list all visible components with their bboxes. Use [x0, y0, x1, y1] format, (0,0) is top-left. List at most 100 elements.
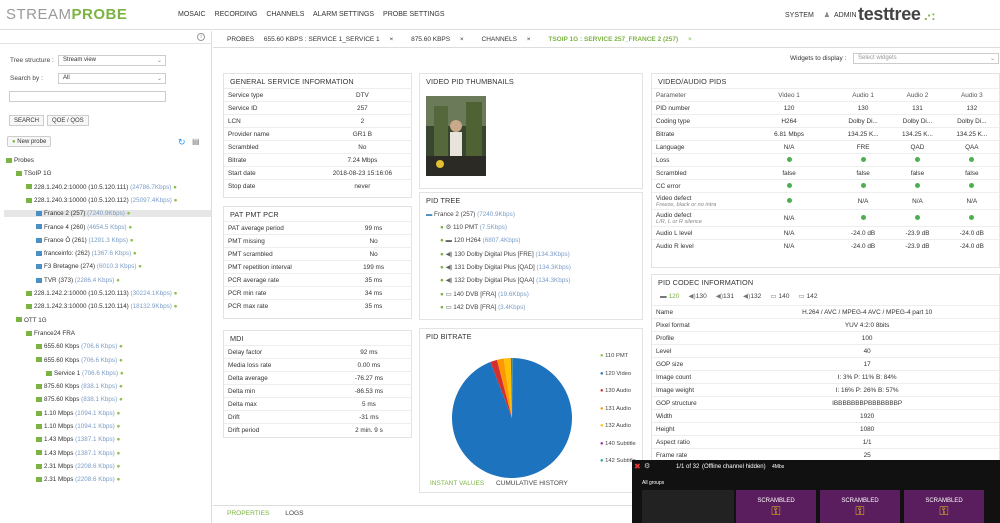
- close-icon[interactable]: ✖: [634, 462, 641, 471]
- pid-tree-root[interactable]: ▬ France 2 (257) (7240.9Kbps): [426, 211, 515, 218]
- widgets-select[interactable]: Select widgets ⌄: [853, 53, 999, 64]
- folder-icon: [6, 157, 12, 163]
- tab-probes[interactable]: PROBES: [227, 36, 254, 43]
- legend-item[interactable]: ● 132 Audio: [600, 423, 636, 441]
- tree-node[interactable]: 875.60 Kbps (838.1 Kbps) ●: [36, 396, 123, 403]
- mosaic-tile-1[interactable]: SCRAMBLED ⚿: [736, 490, 816, 523]
- tree-node[interactable]: TVR (373) (2286.4 Kbps) ●: [36, 277, 120, 284]
- app-logo[interactable]: STREAMPROBE: [6, 6, 127, 23]
- legend-item[interactable]: ● 110 PMT: [600, 353, 636, 371]
- nav-probe-settings[interactable]: PROBE SETTINGS: [383, 11, 444, 18]
- refresh-icon[interactable]: ↻: [178, 137, 186, 148]
- codec-tab[interactable]: ▭ 140: [770, 293, 789, 300]
- tree-node[interactable]: 1.43 Mbps (1387.1 Kbps) ●: [36, 436, 120, 443]
- codec-tab[interactable]: ▬ 120: [660, 293, 679, 300]
- row-value: false: [835, 166, 891, 180]
- tree-node[interactable]: franceinfo: (262) (1367.6 Kbps) ●: [36, 250, 137, 257]
- nav-admin[interactable]: ADMIN: [834, 12, 857, 19]
- tree-node[interactable]: 1.10 Mbps (1094.1 Kbps) ●: [36, 423, 120, 430]
- close-icon[interactable]: ×: [389, 36, 393, 43]
- tab-properties[interactable]: PROPERTIES: [227, 510, 269, 517]
- tree-node[interactable]: 228.1.242.2:10000 (10.5.120.113) (30224.…: [26, 290, 177, 297]
- tab-label: 655.60 KBPS : SERVICE 1_SERVICE 1: [263, 36, 380, 43]
- tree-node[interactable]: France 4 (260) (4654.5 Kbps) ●: [36, 224, 132, 231]
- tree-structure-value: Stream view: [63, 57, 97, 63]
- legend-item[interactable]: ● 142 Subtitle: [600, 458, 636, 476]
- tree-node[interactable]: 1.10 Mbps (1094.1 Kbps) ●: [36, 410, 120, 417]
- legend-item[interactable]: ● 140 Subtitle: [600, 441, 636, 459]
- row-value: -23.9 dB: [890, 226, 945, 240]
- tree-node[interactable]: 2.31 Mbps (2208.6 Kbps) ●: [36, 463, 120, 470]
- video-thumbnail[interactable]: [426, 96, 486, 176]
- tree-node-bitrate: (1387.1 Kbps): [75, 436, 117, 444]
- tree-node[interactable]: 655.60 Kbps (706.6 Kbps) ●: [36, 343, 123, 350]
- tree-structure-select[interactable]: Stream view ⌄: [58, 55, 166, 66]
- tree-node[interactable]: France24 FRA: [26, 330, 75, 337]
- search-button[interactable]: SEARCH: [9, 115, 45, 126]
- tree-node[interactable]: 228.1.240.2:10000 (10.5.120.111) (24786.…: [26, 184, 177, 191]
- close-icon[interactable]: ×: [688, 36, 692, 43]
- mosaic-tile-3[interactable]: SCRAMBLED ⚿: [904, 490, 984, 523]
- row-value: N/A: [890, 192, 945, 210]
- tab-channels[interactable]: CHANNELS ×: [482, 36, 539, 43]
- table-row: Language N/A FRE QAD QAA: [652, 140, 999, 154]
- tree-node[interactable]: France 2 (257) (7240.9Kbps) ●: [4, 210, 211, 218]
- tab-service-1[interactable]: 655.60 KBPS : SERVICE 1_SERVICE 1 ×: [264, 36, 401, 43]
- tree-node[interactable]: 1.43 Mbps (1387.1 Kbps) ●: [36, 450, 120, 457]
- close-icon[interactable]: ×: [460, 36, 464, 43]
- qoe-qos-button[interactable]: QOE / QOS: [47, 115, 89, 126]
- info-icon[interactable]: i: [197, 33, 205, 41]
- tab-france2[interactable]: TSOIP 1G : SERVICE 257_FRANCE 2 (257) ×: [548, 36, 699, 43]
- status-ok-icon: [786, 197, 792, 203]
- pid-tree-item[interactable]: ● ▭ 140 DVB [FRA] (19.6Kbps): [440, 291, 529, 298]
- pid-tree-item[interactable]: ● ▬ 120 H264 (6807.4Kbps): [440, 237, 520, 244]
- mosaic-tile-2[interactable]: SCRAMBLED ⚿: [820, 490, 900, 523]
- tree-node[interactable]: TSoIP 1G: [16, 170, 52, 177]
- tree-node[interactable]: 228.1.242.3:10000 (10.5.120.114) (18132.…: [26, 303, 177, 310]
- search-input[interactable]: [9, 91, 166, 102]
- mosaic-tile-offline[interactable]: [642, 490, 734, 523]
- codec-tab[interactable]: ◀)130: [688, 293, 706, 300]
- codec-tab[interactable]: ▭ 142: [798, 293, 817, 300]
- tab-logs[interactable]: LOGS: [285, 510, 303, 517]
- pid-tree-item[interactable]: ● ◀) 131 Dolby Digital Plus [QAD] (134.3…: [440, 264, 571, 271]
- nav-channels[interactable]: CHANNELS: [266, 11, 304, 18]
- tree-toggle-icon[interactable]: ▤: [192, 137, 200, 146]
- tree-node[interactable]: 875.60 Kbps (838.1 Kbps) ●: [36, 383, 123, 390]
- new-probe-button[interactable]: ● New probe: [7, 136, 52, 147]
- tree-node[interactable]: 228.1.240.3:10000 (10.5.120.112) (25097.…: [26, 197, 177, 204]
- nav-alarm-settings[interactable]: ALARM SETTINGS: [313, 11, 374, 18]
- pid-tree-item[interactable]: ● ◀) 130 Dolby Digital Plus [FRE] (134.3…: [440, 251, 570, 258]
- pid-tree-item[interactable]: ● ⚙ 110 PMT (7.5Kbps): [440, 224, 507, 231]
- close-icon[interactable]: ×: [527, 36, 531, 43]
- nav-system[interactable]: SYSTEM: [785, 12, 814, 19]
- tree-node[interactable]: France Ô (261) (1291.3 Kbps) ●: [36, 237, 134, 244]
- gear-icon[interactable]: ⚙: [644, 462, 650, 470]
- tab-cumulative-history[interactable]: CUMULATIVE HISTORY: [496, 480, 568, 487]
- legend-item[interactable]: ● 130 Audio: [600, 388, 636, 406]
- nav-mosaic[interactable]: MOSAIC: [178, 11, 206, 18]
- legend-item[interactable]: ● 131 Audio: [600, 406, 636, 424]
- tab-instant-values[interactable]: INSTANT VALUES: [430, 480, 484, 487]
- mosaic-extra: 4Mbs: [772, 464, 785, 470]
- legend-item[interactable]: ● 120 Video: [600, 371, 636, 389]
- tree-node[interactable]: Probes: [6, 157, 34, 164]
- nav-recording[interactable]: RECORDING: [215, 11, 258, 18]
- tree-node[interactable]: Service 1 (706.6 Kbps) ●: [46, 370, 124, 377]
- row-value: [944, 209, 999, 227]
- pid-tree-item[interactable]: ● ▭ 142 DVB [FRA] (3.4Kbps): [440, 304, 525, 311]
- search-by-select[interactable]: All ⌄: [58, 73, 166, 84]
- pid-tree-item[interactable]: ● ◀) 132 Dolby Digital Plus [QAA] (134.3…: [440, 277, 570, 284]
- tree-node[interactable]: OTT 1G: [16, 317, 47, 324]
- tree-node[interactable]: 655.60 Kbps (706.6 Kbps) ●: [36, 357, 123, 364]
- status-dot-icon: ●: [173, 290, 178, 297]
- table-row: Audio defect L/R, L or R silence N/A: [652, 209, 999, 227]
- status-ok-icon: [914, 214, 920, 220]
- row-label: Audio R level: [652, 239, 743, 253]
- tab-875[interactable]: 875.60 KBPS ×: [411, 36, 472, 43]
- table-row: Scrambled No: [224, 140, 411, 154]
- codec-tab[interactable]: ◀)131: [716, 293, 734, 300]
- tree-node[interactable]: F3 Bretagne (274) (6010.3 Kbps) ●: [36, 263, 142, 270]
- tree-node[interactable]: 2.31 Mbps (2208.6 Kbps) ●: [36, 476, 120, 483]
- codec-tab[interactable]: ◀)132: [743, 293, 761, 300]
